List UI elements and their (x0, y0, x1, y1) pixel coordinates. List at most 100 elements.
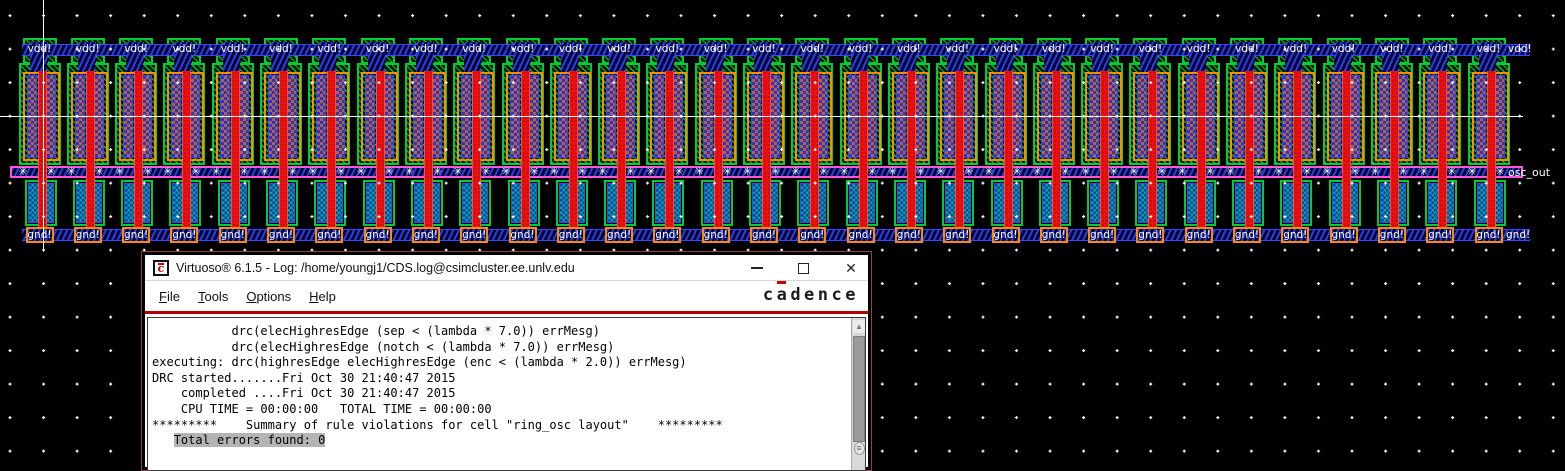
log-output-area[interactable]: drc(elecHighresEdge (sep < (lambda * 7.0… (147, 317, 866, 471)
pin-marker-icon: ✳ (501, 165, 511, 178)
pin-marker-icon: ✳ (867, 165, 877, 178)
pin-marker-icon: ✳ (722, 165, 732, 178)
gnd-label: gnd! (1138, 229, 1163, 241)
vdd-label: vdd! (414, 43, 438, 55)
log-line: drc(elecHighresEdge (notch < (lambda * 7… (152, 339, 615, 354)
log-line: drc(elecHighresEdge (sep < (lambda * 7.0… (152, 324, 600, 338)
vdd-label: vdd! (220, 43, 245, 55)
pin-marker-icon: ✳ (288, 165, 298, 178)
vdd-label: vdd! (945, 43, 970, 55)
pin-marker-icon: ✳ (191, 165, 201, 178)
pin-marker-icon: ✳ (626, 165, 636, 178)
poly-gate (762, 71, 771, 235)
vdd-label: vdd! (993, 43, 1018, 55)
virtuoso-log-window[interactable]: c Virtuoso® 6.1.5 - Log: /home/youngj1/C… (141, 251, 872, 471)
pin-marker-icon: ✳ (1467, 165, 1477, 178)
vdd-label: vdd! (655, 43, 680, 55)
vdd-label: vdd! (172, 43, 197, 55)
gnd-label: gnd! (317, 229, 342, 241)
poly-gate (713, 71, 723, 235)
pin-marker-icon: ✳ (356, 165, 366, 178)
vdd-label: vdd! (1283, 43, 1308, 55)
pin-marker-icon: ✳ (1109, 165, 1119, 178)
vdd-label: vdd! (27, 43, 52, 55)
vdd-label: vdd! (1138, 43, 1163, 55)
vdd-label: vdd! (1235, 43, 1259, 55)
gnd-label: gnd! (220, 229, 245, 241)
gnd-label: gnd! (365, 229, 390, 241)
vdd-label: vdd! (269, 43, 293, 55)
vdd-label: vdd! (848, 43, 873, 55)
vdd-label: vdd! (510, 43, 535, 55)
menu-item-tools[interactable]: Tools (198, 289, 228, 304)
scrollbar[interactable]: ▲ ≡ (851, 318, 865, 470)
gnd-label: gnd! (123, 229, 149, 241)
gnd-label: gnd! (1041, 229, 1066, 241)
pin-marker-icon: ✳ (1032, 165, 1043, 178)
pin-marker-icon: ✳ (432, 165, 443, 178)
gnd-label: gnd! (27, 229, 52, 241)
gnd-label: gnd! (800, 229, 825, 241)
pin-marker-icon: ✳ (308, 165, 318, 178)
cadence-logo: ca dence (763, 281, 859, 305)
scrollbar-thumb[interactable] (853, 336, 865, 442)
poly-gate (1100, 71, 1110, 235)
vdd-end-label: vdd! (1508, 43, 1532, 55)
vdd-label: vdd! (1476, 43, 1501, 55)
titlebar[interactable]: c Virtuoso® 6.1.5 - Log: /home/youngj1/C… (145, 255, 868, 281)
gnd-label: gnd! (993, 229, 1018, 241)
pin-marker-icon: ✳ (529, 165, 539, 178)
menu-item-file[interactable]: File (159, 289, 180, 304)
minimize-button[interactable] (745, 255, 769, 281)
vdd-label: vdd! (75, 43, 100, 55)
poly-gate (230, 71, 240, 235)
poly-gate (182, 71, 192, 235)
pin-marker-icon: ✳ (819, 165, 829, 178)
poly-gate (327, 71, 337, 235)
poly-gate (1003, 71, 1013, 235)
pin-marker-icon: ✳ (598, 165, 608, 178)
pin-marker-icon: ✳ (260, 165, 270, 178)
gnd-label: gnd! (1379, 229, 1404, 241)
poly-gate (37, 71, 47, 235)
poly-gate (1148, 71, 1158, 235)
pin-marker-icon: ✳ (1398, 165, 1409, 178)
minimize-icon (751, 267, 763, 269)
pin-marker-icon: ✳ (453, 165, 463, 178)
poly-gate (520, 71, 530, 235)
pin-marker-icon: ✳ (1302, 165, 1312, 178)
maximize-button[interactable] (791, 255, 815, 281)
pin-marker-icon: ✳ (1350, 165, 1360, 178)
gnd-label: gnd! (945, 229, 970, 241)
menu-item-options[interactable]: Options (246, 289, 291, 304)
crosshair-horizontal (0, 116, 1523, 117)
vdd-label: vdd! (1090, 43, 1114, 55)
gnd-end-label: gnd! (1506, 229, 1531, 241)
log-line: completed ....Fri Oct 30 21:40:47 2015 (152, 386, 456, 401)
gnd-label: gnd! (1428, 229, 1453, 241)
log-line: Total errors found: 0 (152, 433, 849, 449)
gnd-label: gnd! (510, 229, 535, 241)
pin-marker-icon: ✳ (1322, 165, 1332, 178)
poly-gate (1341, 71, 1351, 235)
scrollbar-grip-icon[interactable]: ≡ (853, 442, 865, 455)
pin-marker-icon: ✳ (1254, 165, 1264, 178)
pin-marker-icon: ✳ (743, 165, 753, 178)
pin-marker-icon: ✳ (915, 165, 926, 178)
vdd-label: vdd! (317, 43, 342, 55)
pin-marker-icon: ✳ (1129, 165, 1139, 178)
scroll-up-icon[interactable]: ▲ (853, 320, 865, 333)
pin-marker-icon: ✳ (1060, 165, 1071, 178)
gnd-label: gnd! (606, 229, 632, 241)
pin-marker-icon: ✳ (66, 165, 77, 178)
menubar: File Tools Options Help ca dence (145, 281, 868, 311)
menu-item-help[interactable]: Help (309, 289, 336, 304)
close-button[interactable]: ✕ (839, 255, 863, 281)
pin-marker-icon: ✳ (239, 165, 249, 178)
poly-gate (279, 71, 288, 235)
poly-gate (134, 71, 144, 235)
vdd-label: vdd! (1331, 43, 1356, 55)
pin-marker-icon: ✳ (694, 165, 704, 178)
gnd-label: gnd! (655, 229, 680, 241)
vdd-label: vdd! (1380, 43, 1404, 55)
